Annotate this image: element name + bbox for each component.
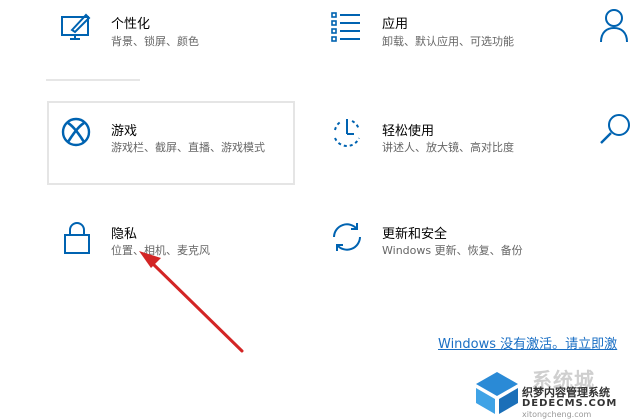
activate-windows-link[interactable]: Windows 没有激活。请立即激: [438, 333, 617, 352]
apps-list-icon: [330, 12, 362, 42]
tile-title: 个性化: [111, 17, 151, 32]
account-icon[interactable]: [598, 8, 630, 44]
annotation-arrow: [139, 251, 244, 353]
tile-subtitle: 游戏栏、截屏、直播、游戏模式: [111, 141, 265, 154]
section-divider: [46, 79, 140, 81]
watermark-line-2: DEDECMS.COM: [522, 398, 618, 409]
tile-gaming[interactable]: 游戏 游戏栏、截屏、直播、游戏模式: [56, 112, 296, 162]
tile-personalization[interactable]: 个性化 背景、锁屏、颜色: [56, 8, 296, 58]
lock-icon: [62, 220, 92, 256]
ease-of-access-icon: [330, 116, 364, 148]
tile-subtitle: 讲述人、放大镜、高对比度: [382, 141, 514, 154]
tile-title: 轻松使用: [382, 124, 435, 139]
tile-apps[interactable]: 应用 卸载、默认应用、可选功能: [326, 8, 566, 58]
search-icon[interactable]: [598, 112, 632, 146]
watermark: 系统城 织梦内容管理系统 DEDECMS.COM xitongcheng.com: [470, 360, 632, 419]
tile-subtitle: 背景、锁屏、颜色: [111, 35, 199, 48]
tile-subtitle: 位置、相机、麦克风: [111, 244, 210, 257]
tile-ease-of-access[interactable]: 轻松使用 讲述人、放大镜、高对比度: [326, 112, 566, 162]
tile-title: 游戏: [111, 124, 138, 139]
tile-subtitle: Windows 更新、恢复、备份: [382, 244, 523, 257]
tile-subtitle: 卸载、默认应用、可选功能: [382, 35, 514, 48]
tile-title: 更新和安全: [382, 227, 448, 242]
personalization-icon: [60, 12, 92, 42]
tile-title: 应用: [382, 17, 409, 32]
windows-logo-icon: [476, 372, 518, 414]
tile-update-security[interactable]: 更新和安全 Windows 更新、恢复、备份: [326, 218, 586, 268]
tile-privacy[interactable]: 隐私 位置、相机、麦克风: [56, 218, 296, 268]
xbox-icon: [60, 116, 92, 148]
sync-icon: [330, 220, 364, 254]
tile-title: 隐私: [111, 227, 138, 242]
